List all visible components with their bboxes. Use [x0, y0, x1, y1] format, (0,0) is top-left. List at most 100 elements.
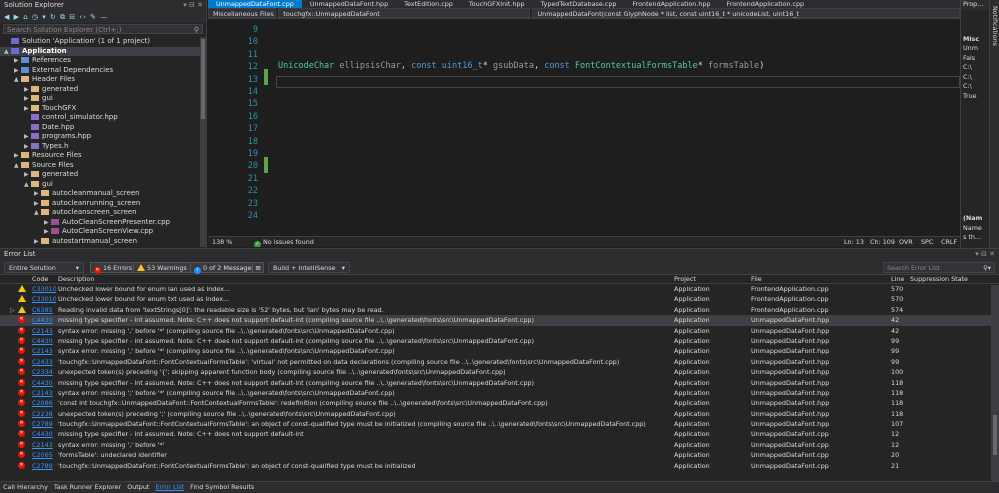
property-value[interactable]: True — [961, 92, 989, 102]
bottom-tab[interactable]: Error List — [152, 482, 187, 493]
tree-item[interactable]: ▶ generated — [0, 85, 200, 95]
column-header-code[interactable]: Code — [32, 275, 48, 284]
tree-item[interactable]: ▶ generated — [0, 170, 200, 180]
tree-item[interactable]: ▶ AutoCleanScreenPresenter.cpp — [0, 218, 200, 228]
tree-item[interactable]: ▲ Source Files — [0, 161, 200, 171]
expand-arrow-icon[interactable]: ▶ — [24, 132, 31, 142]
tree-item[interactable]: ▲ Header Files — [0, 75, 200, 85]
error-code-link[interactable]: C2238 — [32, 409, 56, 419]
error-code-link[interactable]: C2614 — [32, 471, 56, 472]
error-code-link[interactable]: C33010 — [32, 294, 56, 304]
tree-item[interactable]: ▲ gui — [0, 180, 200, 190]
error-row[interactable]: ✕ C2789'touchgfx::UnmappedDataFont::FontC… — [0, 461, 999, 471]
expand-arrow-icon[interactable]: ▶ — [24, 94, 31, 104]
project-dropdown[interactable]: Miscellaneous Files — [208, 8, 276, 18]
solution-search-input[interactable]: Search Solution Explorer (Ctrl+;) ⚲ — [3, 24, 203, 34]
expand-arrow-icon[interactable]: ▶ — [14, 56, 21, 66]
tree-item[interactable]: ▶ Resource Files — [0, 151, 200, 161]
error-row[interactable]: ✕ C4430 missing type specifier - int assum… — [0, 315, 999, 326]
error-row[interactable]: ✕ C4430 missing type specifier - int assum… — [0, 336, 999, 346]
notifications-tab[interactable]: Notifications — [991, 6, 999, 46]
tree-item[interactable]: ▶ References — [0, 56, 200, 66]
error-row[interactable]: ✕ C2143 syntax error: missing ',' before '… — [0, 326, 999, 336]
zoom-level[interactable]: 138 % — [212, 237, 232, 247]
tree-item[interactable]: ▶ TouchGFX — [0, 104, 200, 114]
code-editor[interactable]: 9 10 11 12 13 14 15 16 17 18 19 20 21 22 23 24 UnicodeC… — [208, 19, 960, 236]
expand-arrow-icon[interactable]: ▲ — [4, 47, 11, 57]
error-code-link[interactable]: C4430 — [32, 315, 56, 325]
tree-item[interactable]: Solution 'Application' (1 of 1 project) — [0, 37, 200, 47]
column-header-project[interactable]: Project — [674, 275, 696, 284]
bottom-tab[interactable]: Call Hierarchy — [0, 482, 51, 493]
column-header-file[interactable]: File — [751, 275, 762, 284]
expand-arrow-icon[interactable]: ▶ — [34, 199, 41, 209]
column-header-line[interactable]: Line — [891, 275, 904, 284]
member-dropdown[interactable]: UnmappedDataFont(const GlyphNode * list,… — [532, 8, 960, 18]
error-row[interactable]: ✕ C4430 missing type specifier - int assum… — [0, 429, 999, 439]
bottom-tab[interactable]: Output — [124, 482, 152, 493]
document-tab[interactable]: UnmappedDataFont.cpp — [208, 0, 302, 8]
error-list-search-input[interactable]: Search Error List ⚲▾ — [883, 262, 995, 273]
tree-item[interactable]: ▶ gui — [0, 94, 200, 104]
messages-filter-button[interactable]: i0 of 2 Messages — [190, 262, 259, 274]
solution-explorer-toolbar[interactable]: ◀ ▶ ⌂ ◷ ▾ ↻ ⧉ ⊟ ‹› ✎ — — [0, 11, 206, 23]
expand-arrow-icon[interactable]: ▲ — [24, 180, 31, 190]
property-value[interactable]: C:\ — [961, 63, 989, 73]
tree-item[interactable]: ▲ autocleanscreen_screen — [0, 208, 200, 218]
error-row[interactable]: ✕ C2143 syntax error: missing ';' before '… — [0, 388, 999, 398]
tree-item[interactable]: ▶ AutoCleanScreenView.cpp — [0, 227, 200, 237]
error-row[interactable]: ✕ C2433'touchgfx::UnmappedDataFont::FontC… — [0, 357, 999, 367]
notifications-rail[interactable]: Notifications — [989, 0, 999, 248]
scope-dropdown[interactable]: touchgfx::UnmappedDataFont — [278, 8, 531, 18]
panel-controls-icon[interactable]: ▾ ⊟ ✕ — [975, 249, 995, 259]
error-row[interactable]: C33010 Unchecked lower bound for enum txt… — [0, 294, 999, 304]
error-row[interactable]: ✕ C2238 unexpected token(s) preceding ';' … — [0, 409, 999, 419]
tree-item[interactable]: ▶ Types.h — [0, 142, 200, 152]
error-row[interactable]: ✕ C2789'touchgfx::UnmappedDataFont::FontC… — [0, 419, 999, 429]
tree-item[interactable]: ▲ Application — [0, 46, 200, 57]
expand-arrow-icon[interactable]: ▶ — [24, 104, 31, 114]
tree-item[interactable]: Date.hpp — [0, 123, 200, 133]
column-header-description[interactable]: Description — [58, 275, 94, 284]
error-code-link[interactable]: C2143 — [32, 346, 56, 356]
error-code-link[interactable]: C2143 — [32, 440, 56, 450]
property-value[interactable]: C:\ — [961, 82, 989, 92]
property-value[interactable]: Fals — [961, 54, 989, 64]
expand-arrow-icon[interactable]: ▶ — [34, 237, 41, 247]
error-row[interactable]: ✕ C2334 unexpected token(s) preceding '{';… — [0, 367, 999, 377]
build-filter-select[interactable]: Build + IntelliSense ▾ — [268, 262, 350, 273]
expand-arrow-icon[interactable]: ▶ — [14, 151, 21, 161]
scope-select[interactable]: Entire Solution ▾ — [4, 262, 84, 273]
expand-arrow-icon[interactable]: ▶ — [34, 189, 41, 199]
tree-item[interactable]: ▶ programs.hpp — [0, 132, 200, 142]
errors-filter-button[interactable]: ✕ 16 Errors — [90, 262, 137, 274]
error-code-link[interactable]: C4430 — [32, 429, 56, 439]
bottom-tab[interactable]: Find Symbol Results — [187, 482, 257, 493]
document-tab[interactable]: TouchGFXInit.hpp — [461, 0, 533, 8]
expand-arrow-icon[interactable]: ▷ — [10, 305, 16, 315]
error-row[interactable]: ✕ C2143 syntax error: missing ',' before '… — [0, 440, 999, 450]
tree-scrollbar[interactable] — [200, 37, 206, 247]
tree-item[interactable]: ▶ External Dependencies — [0, 66, 200, 76]
expand-arrow-icon[interactable]: ▶ — [24, 170, 31, 180]
error-code-link[interactable]: C2143 — [32, 388, 56, 398]
error-row[interactable]: ✕ C2143 syntax error: missing ',' before '… — [0, 346, 999, 356]
document-tab[interactable]: FrontendApplication.cpp — [719, 0, 813, 8]
error-code-link[interactable]: C2789 — [32, 461, 56, 471]
panel-controls-icon[interactable]: ▾ ⊟ ✕ — [183, 0, 203, 11]
error-row[interactable]: ✕ C2614'touchgfx::UnmappedDataFont': ille… — [0, 471, 999, 472]
property-value[interactable]: Misc — [961, 35, 989, 45]
tree-item[interactable]: ▶ autocleanmanual_screen — [0, 189, 200, 199]
expand-arrow-icon[interactable]: ▶ — [14, 66, 21, 76]
error-code-link[interactable]: C2086 — [32, 398, 56, 408]
column-header-suppression[interactable]: Suppression State — [910, 275, 968, 284]
error-code-link[interactable]: C4430 — [32, 378, 56, 388]
expand-arrow-icon[interactable]: ▶ — [24, 85, 31, 95]
error-code-link[interactable]: C2065 — [32, 450, 56, 460]
expand-arrow-icon[interactable]: ▶ — [24, 142, 31, 152]
tree-item[interactable]: control_simulator.hpp — [0, 113, 200, 123]
error-row[interactable]: ✕ C4430 missing type specifier - int assum… — [0, 378, 999, 388]
warnings-filter-button[interactable]: 53 Warnings — [133, 262, 191, 273]
document-tab[interactable]: TextEdition.cpp — [396, 0, 461, 8]
property-value[interactable]: C:\ — [961, 73, 989, 83]
